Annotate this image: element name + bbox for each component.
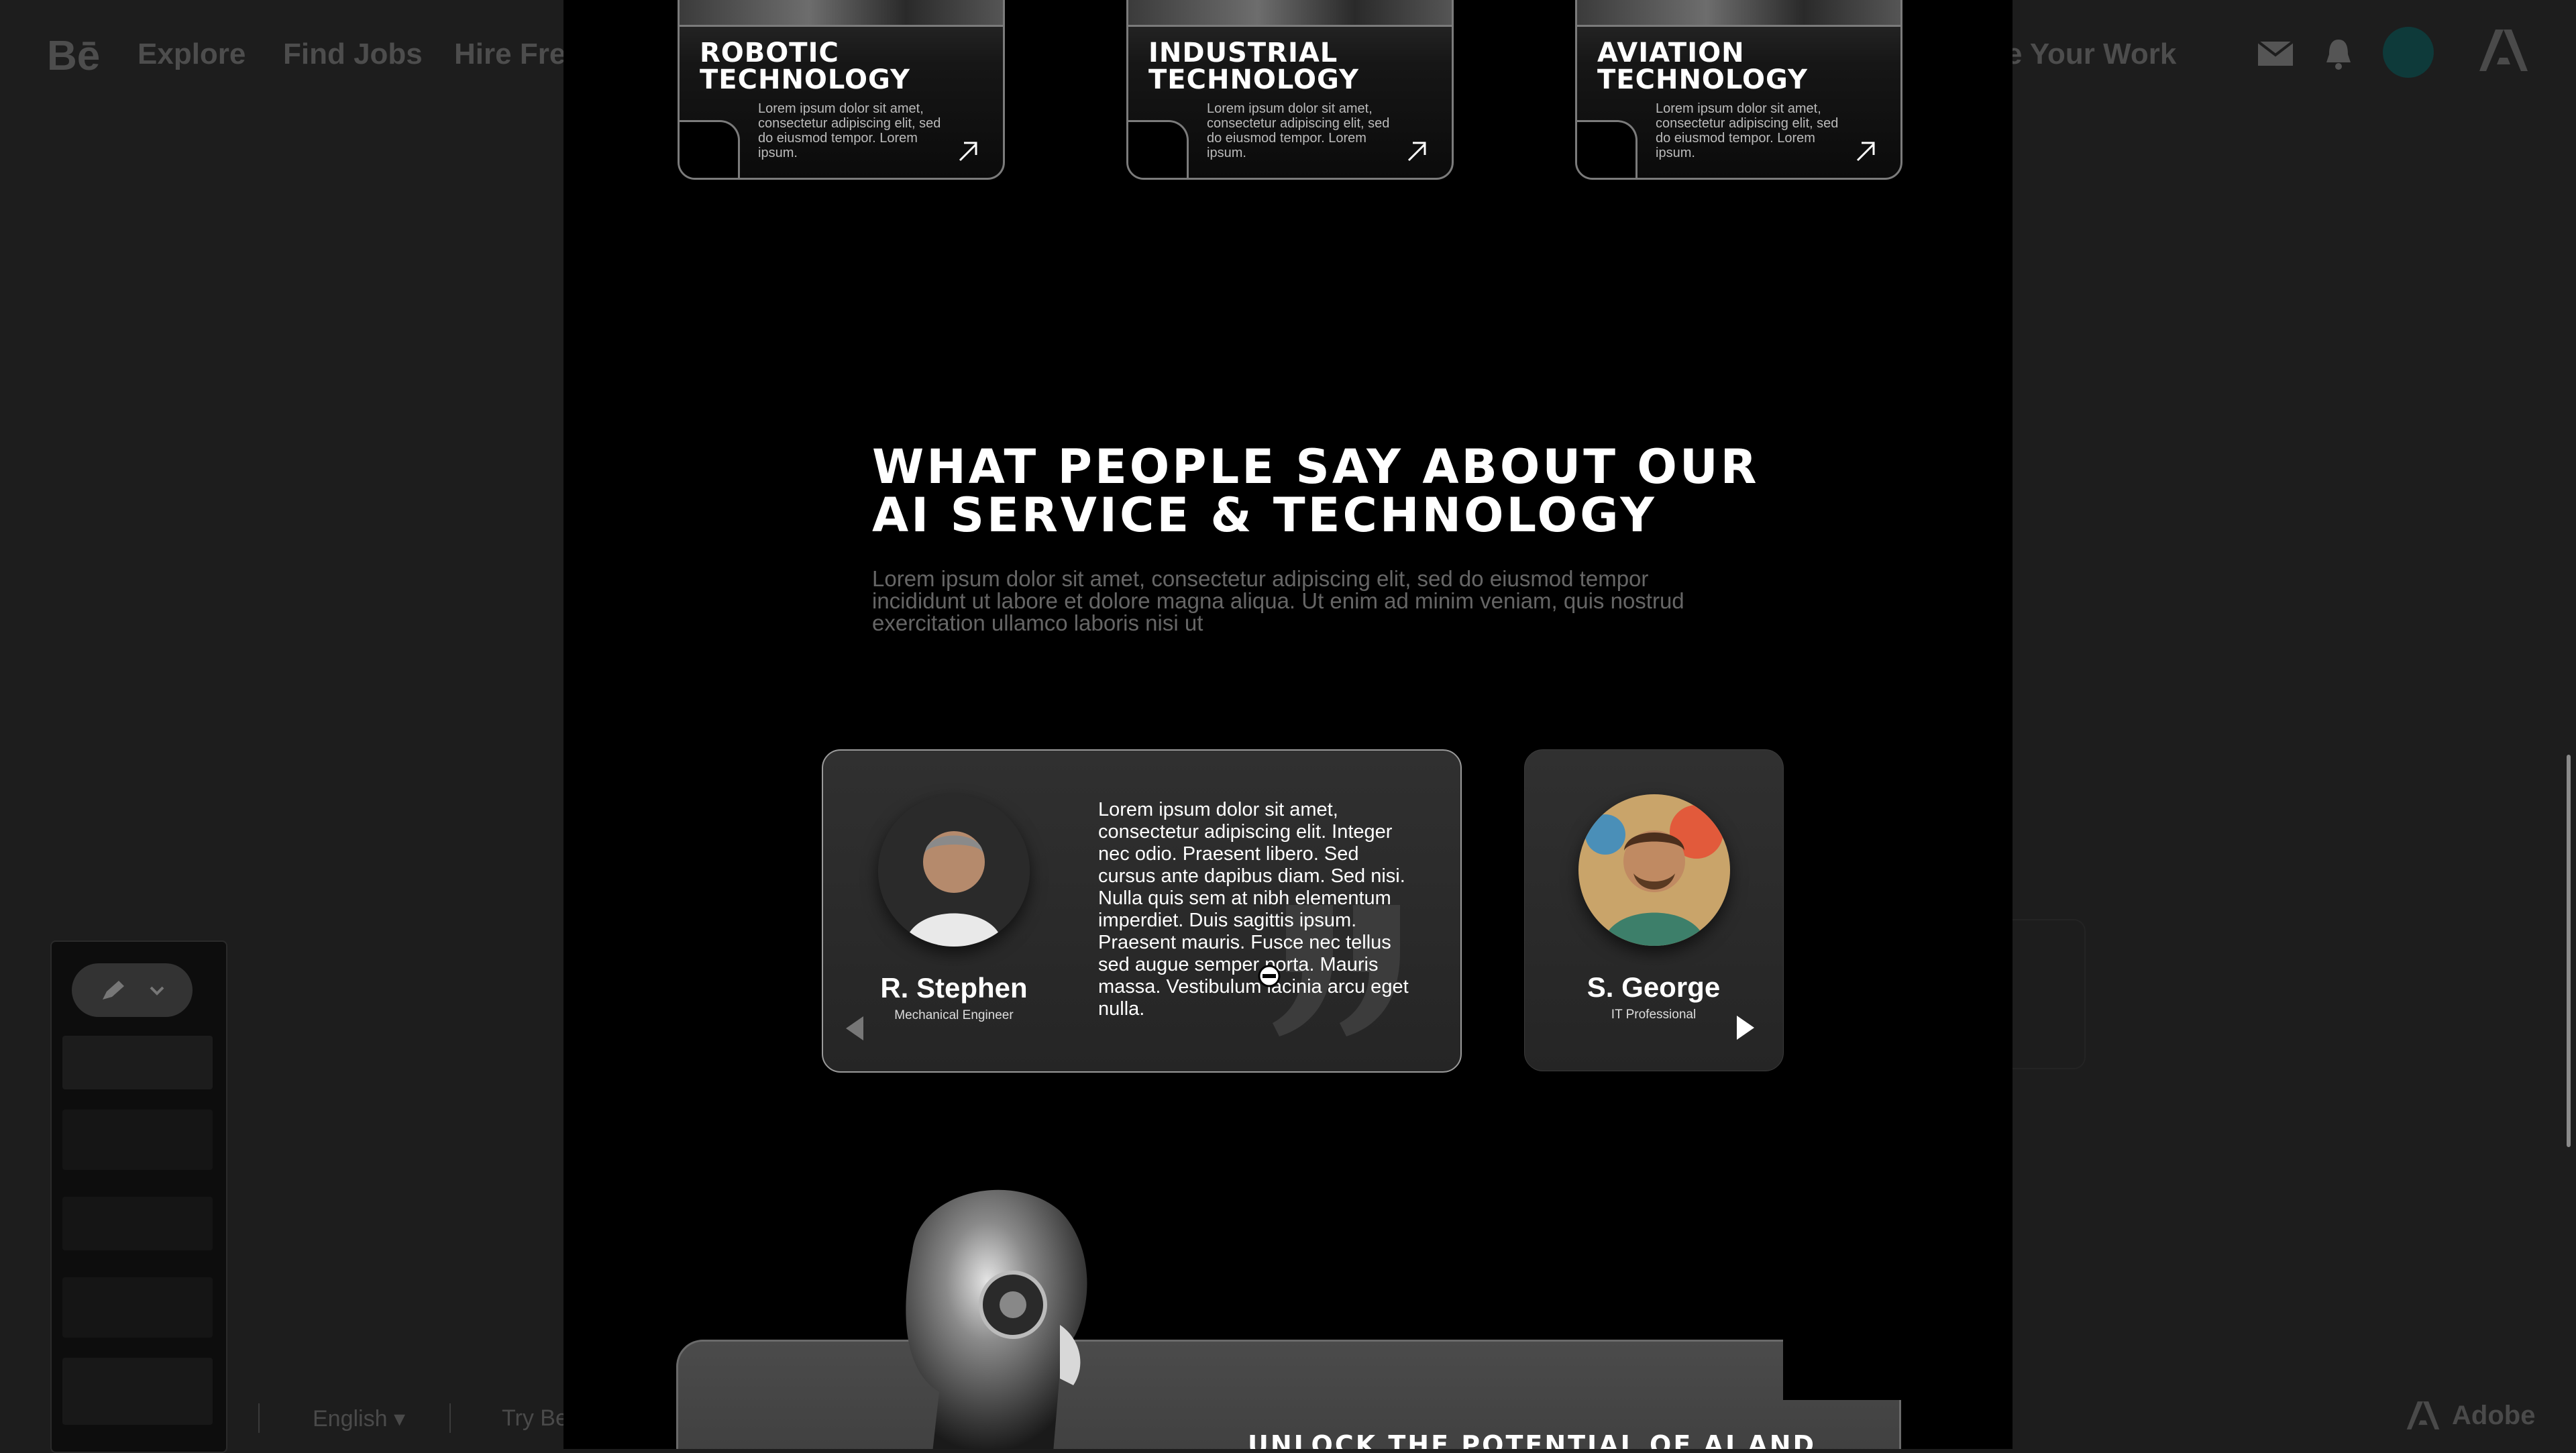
thumbnail-strip: [62, 1277, 213, 1338]
card-description: Lorem ipsum dolor sit amet, consectetur …: [758, 101, 941, 160]
nav-find-jobs[interactable]: Find Jobs: [283, 38, 423, 71]
card-description: Lorem ipsum dolor sit amet, consectetur …: [1207, 101, 1390, 160]
testimonials-subtext: Lorem ipsum dolor sit amet, consectetur …: [872, 566, 1684, 635]
heading-line2: AI SERVICE & TECHNOLOGY: [872, 488, 1657, 543]
edit-tool-pill[interactable]: [72, 963, 193, 1017]
adobe-logo-icon: [2406, 1401, 2440, 1430]
footer-divider: [258, 1403, 260, 1433]
person-photo: [1578, 794, 1730, 946]
card-title: INDUSTRIAL TECHNOLOGY: [1148, 40, 1444, 93]
page-scrollbar[interactable]: [2561, 0, 2576, 1449]
pencil-icon: [103, 981, 124, 1000]
heading-line1: WHAT PEOPLE SAY ABOUT OUR: [872, 439, 1760, 494]
language-label: English: [313, 1406, 388, 1432]
testimonial-card-next[interactable]: S. George IT Professional: [1524, 749, 1784, 1071]
robot-head-image: [906, 1189, 1087, 1449]
card-notch: [1577, 120, 1638, 178]
bell-icon[interactable]: [2318, 34, 2359, 74]
share-your-work-button[interactable]: e Your Work: [2006, 38, 2176, 71]
project-canvas: ROBOTIC TECHNOLOGY Lorem ipsum dolor sit…: [564, 0, 2012, 1449]
mail-icon[interactable]: [2255, 34, 2296, 74]
person-name: S. George: [1587, 971, 1721, 1003]
person-role: Mechanical Engineer: [894, 1008, 1014, 1022]
card-title: ROBOTIC TECHNOLOGY: [700, 40, 995, 93]
arrow-up-right-icon[interactable]: [955, 138, 981, 164]
person-name: R. Stephen: [880, 972, 1028, 1004]
person-role: IT Professional: [1611, 1008, 1697, 1022]
next-arrow-icon[interactable]: [1734, 1014, 1757, 1041]
footer-divider: [449, 1403, 451, 1433]
card-image: [1577, 0, 1900, 27]
card-description: Lorem ipsum dolor sit amet, consectetur …: [1656, 101, 1839, 160]
user-avatar[interactable]: [2383, 27, 2434, 78]
project-thumbnail-panel[interactable]: [50, 940, 227, 1453]
testimonials-heading: WHAT PEOPLE SAY ABOUT OUR AI SERVICE & T…: [872, 443, 1811, 539]
card-title-line2: TECHNOLOGY: [700, 64, 910, 95]
thumbnail-strip: [62, 1110, 213, 1170]
scrollbar-thumb[interactable]: [2567, 755, 2571, 1147]
card-title-line1: AVIATION: [1597, 38, 1745, 68]
card-title-line2: TECHNOLOGY: [1148, 64, 1359, 95]
card-title: AVIATION TECHNOLOGY: [1597, 40, 1892, 93]
card-image: [680, 0, 1003, 27]
card-image: [1128, 0, 1452, 27]
card-notch: [680, 120, 740, 178]
testimonial-quote: Lorem ipsum dolor sit amet, consectetur …: [1098, 799, 1409, 1020]
footer-adobe-logo[interactable]: Adobe: [2405, 1399, 2535, 1432]
arrow-up-right-icon[interactable]: [1852, 138, 1879, 164]
adobe-logo-icon[interactable]: [2477, 27, 2530, 77]
person-photo: [878, 795, 1030, 947]
nav-hire-freelancers[interactable]: Hire Fre: [454, 38, 566, 71]
thumbnail-strip: [62, 1036, 213, 1089]
behance-logo[interactable]: Bē: [47, 32, 100, 80]
try-behance-link[interactable]: Try Be: [502, 1405, 568, 1432]
card-title-line2: TECHNOLOGY: [1597, 64, 1808, 95]
card-title-line1: ROBOTIC: [700, 38, 839, 68]
cta-title: UNLOCK THE POTENTIAL OF AI AND: [1248, 1430, 1817, 1449]
card-notch: [1128, 120, 1189, 178]
language-selector[interactable]: English ▾: [313, 1405, 405, 1432]
testimonial-card-active[interactable]: R. Stephen Mechanical Engineer Lorem ips…: [822, 749, 1462, 1073]
thumbnail-strip: [62, 1197, 213, 1250]
nav-explore[interactable]: Explore: [138, 38, 246, 71]
cta-panel-notch: [1783, 1340, 1904, 1400]
adobe-wordmark: Adobe: [2452, 1400, 2536, 1430]
chevron-down-icon: [150, 986, 164, 995]
tech-card-aviation[interactable]: AVIATION TECHNOLOGY Lorem ipsum dolor si…: [1575, 0, 1902, 180]
tech-card-robotic[interactable]: ROBOTIC TECHNOLOGY Lorem ipsum dolor sit…: [678, 0, 1005, 180]
card-title-line1: INDUSTRIAL: [1148, 38, 1338, 68]
grab-cursor-icon: [1258, 965, 1281, 987]
tech-card-industrial[interactable]: INDUSTRIAL TECHNOLOGY Lorem ipsum dolor …: [1126, 0, 1454, 180]
arrow-up-right-icon[interactable]: [1403, 138, 1430, 164]
prev-arrow-icon[interactable]: [843, 1015, 866, 1042]
